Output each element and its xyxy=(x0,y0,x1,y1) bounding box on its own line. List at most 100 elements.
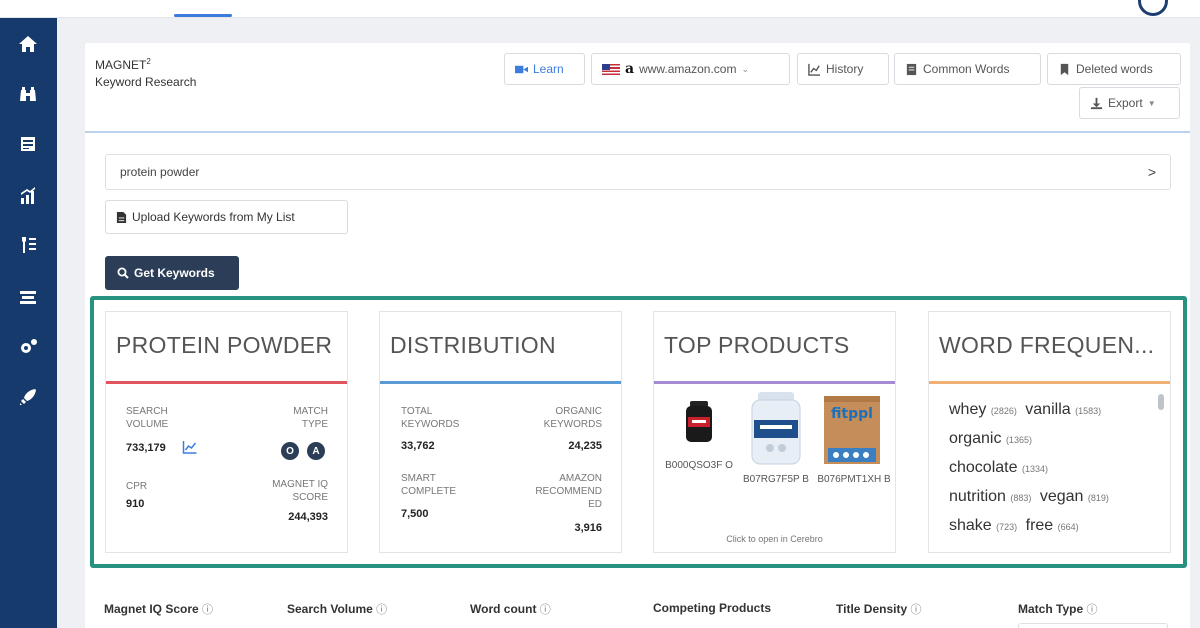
search-icon xyxy=(117,267,129,279)
word-count: (1365) xyxy=(1005,435,1032,445)
card-title: PROTEIN POWDER xyxy=(116,332,333,358)
caret-down-icon: ▼ xyxy=(1147,98,1156,108)
home-icon[interactable] xyxy=(14,30,42,58)
export-label: Export xyxy=(1108,96,1143,110)
rocket-icon[interactable] xyxy=(14,383,42,411)
product-asin-3[interactable]: B076PMT1XH B xyxy=(814,473,894,487)
cpr-value: 910 xyxy=(126,498,145,510)
word-count: (664) xyxy=(1057,522,1079,532)
word-count: (1583) xyxy=(1075,406,1102,416)
smart-complete-value: 7,500 xyxy=(401,508,429,520)
product-image-2[interactable] xyxy=(750,392,802,466)
cpr-label: CPR xyxy=(126,481,148,492)
stack-icon[interactable] xyxy=(14,283,42,311)
learn-label: Learn xyxy=(533,62,564,76)
brand: MAGNET2 Keyword Research xyxy=(95,53,196,91)
word-count: (883) xyxy=(1010,493,1032,503)
smart-complete-label: SMART COMPLETE xyxy=(401,473,457,497)
help-icon[interactable]: ⓘ xyxy=(1086,604,1097,616)
learn-button[interactable]: Learn xyxy=(504,53,585,85)
help-icon[interactable]: ⓘ xyxy=(376,604,387,616)
avatar[interactable] xyxy=(1138,0,1168,16)
upload-label: Upload Keywords from My List xyxy=(132,210,295,224)
card-title: DISTRIBUTION xyxy=(390,332,556,358)
gear-icon[interactable] xyxy=(14,333,42,361)
deleted-words-label: Deleted words xyxy=(1076,62,1153,76)
bookmark-icon xyxy=(1060,63,1069,75)
upload-keywords-button[interactable]: Upload Keywords from My List xyxy=(105,200,348,234)
iq-score-value: 244,393 xyxy=(288,511,328,523)
help-icon[interactable]: ⓘ xyxy=(540,604,551,616)
bar-chart-icon[interactable] xyxy=(14,182,42,210)
word-item: chocolate xyxy=(949,459,1018,476)
us-flag-icon xyxy=(602,63,620,75)
sidebar xyxy=(0,18,57,628)
word-item: whey xyxy=(949,401,987,418)
organic-keywords-label: ORGANIC KEYWORDS xyxy=(543,406,602,430)
filter-word-count[interactable]: Word count ⓘ xyxy=(470,601,551,617)
product-image-1[interactable] xyxy=(684,401,714,443)
product-asin-2[interactable]: B07RG7F5P B xyxy=(738,473,814,487)
word-count: (723) xyxy=(996,522,1018,532)
filter-label: Search Volume xyxy=(287,602,373,616)
tools-icon[interactable] xyxy=(14,231,42,259)
filter-search-volume[interactable]: Search Volume ⓘ xyxy=(287,601,387,617)
get-keywords-label: Get Keywords xyxy=(134,266,215,280)
brand-name: MAGNET xyxy=(95,58,147,72)
amazon-recommended-label: AMAZON RECOMMEND ED xyxy=(535,473,602,510)
filter-magnet-iq-score[interactable]: Magnet IQ Score ⓘ xyxy=(104,601,213,617)
keyword-search-input[interactable]: protein powder > xyxy=(105,154,1171,190)
filter-competing-products[interactable]: Competing Products xyxy=(653,601,771,615)
chevron-down-icon: ⌄ xyxy=(741,63,749,74)
export-button[interactable]: Export ▼ xyxy=(1079,87,1180,119)
card-accent-bar xyxy=(654,381,895,384)
help-icon[interactable]: ⓘ xyxy=(910,604,921,616)
word-frequency-card: WORD FREQUEN... whey (2826) vanilla (158… xyxy=(928,311,1171,553)
common-words-button[interactable]: Common Words xyxy=(894,53,1041,85)
card-accent-bar xyxy=(380,381,621,384)
match-badge-organic: O xyxy=(281,442,299,460)
filter-label: Match Type xyxy=(1018,602,1084,616)
word-item: vegan xyxy=(1039,488,1084,505)
deleted-words-button[interactable]: Deleted words xyxy=(1047,53,1181,85)
search-volume-value: 733,179 xyxy=(126,442,166,454)
trend-chart-icon[interactable] xyxy=(182,441,197,454)
active-tab-indicator xyxy=(174,14,232,17)
page-subtitle: Keyword Research xyxy=(95,75,197,89)
marketplace-select[interactable]: a www.amazon.com ⌄ xyxy=(591,53,790,85)
word-item: organic xyxy=(949,430,1002,447)
filter-title-density[interactable]: Title Density ⓘ xyxy=(836,601,921,617)
word-item: nutrition xyxy=(949,488,1006,505)
history-button[interactable]: History xyxy=(797,53,889,85)
line-chart-icon xyxy=(808,63,821,76)
filter-label: Magnet IQ Score xyxy=(104,602,199,616)
filter-label: Title Density xyxy=(836,602,908,616)
search-value: protein powder xyxy=(120,165,200,179)
top-products-card: TOP PRODUCTS B000QSO3F O B07RG7F5P B fit… xyxy=(653,311,896,553)
product-asin-1[interactable]: B000QSO3F O xyxy=(660,459,738,473)
match-type-label: MATCH TYPE xyxy=(293,406,328,430)
word-item: shake xyxy=(949,517,992,534)
top-bar xyxy=(0,0,1200,18)
list-icon[interactable] xyxy=(14,130,42,158)
help-icon[interactable]: ⓘ xyxy=(202,604,213,616)
product-image-3[interactable]: fitppl xyxy=(822,394,882,466)
filter-match-type[interactable]: Match Type ⓘ xyxy=(1018,601,1097,617)
binoculars-icon[interactable] xyxy=(14,80,42,108)
scrollbar[interactable] xyxy=(1158,394,1164,410)
get-keywords-button[interactable]: Get Keywords xyxy=(105,256,239,290)
match-type-select[interactable] xyxy=(1018,623,1168,628)
word-count: (1334) xyxy=(1021,464,1048,474)
card-accent-bar xyxy=(106,381,347,384)
video-icon xyxy=(515,65,528,73)
amazon-recommended-value: 3,916 xyxy=(574,522,602,534)
word-count: (819) xyxy=(1087,493,1109,503)
amazon-icon: a xyxy=(625,61,635,77)
word-item: free xyxy=(1025,517,1054,534)
marketplace-label: www.amazon.com xyxy=(639,62,737,76)
common-words-label: Common Words xyxy=(923,62,1010,76)
cerebro-hint[interactable]: Click to open in Cerebro xyxy=(654,534,895,544)
word-count: (2826) xyxy=(990,406,1017,416)
word-item: vanilla xyxy=(1025,401,1071,418)
chevron-right-icon[interactable]: > xyxy=(1148,164,1156,180)
